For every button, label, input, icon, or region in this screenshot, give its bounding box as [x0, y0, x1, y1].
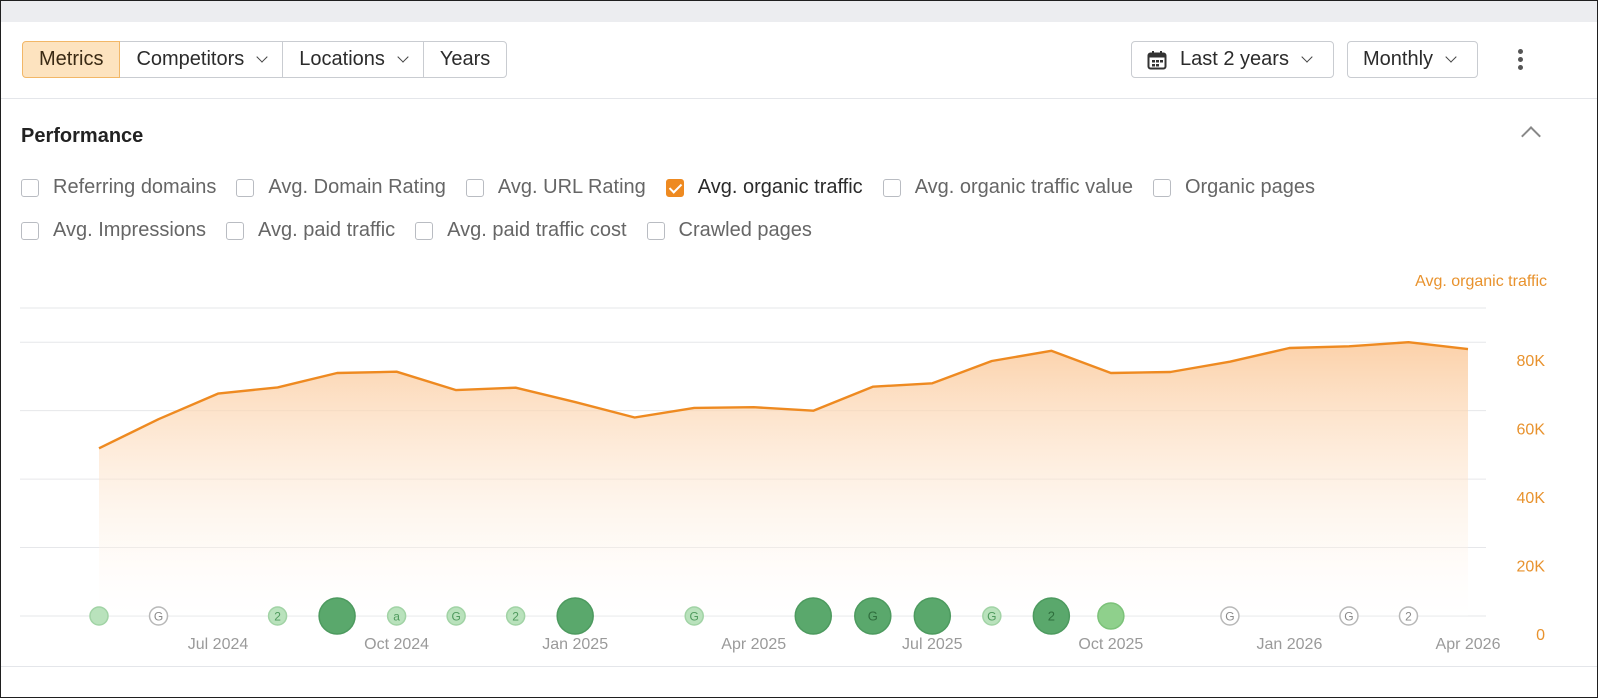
event-marker[interactable]: G: [446, 606, 466, 626]
traffic-area: [99, 342, 1468, 616]
chart-bottom-divider: [1, 666, 1597, 667]
x-tick-label: Jan 2026: [1257, 636, 1323, 653]
event-marker-label: G: [987, 610, 996, 624]
event-circle: [913, 597, 952, 635]
y-tick-label: 0: [1536, 627, 1545, 644]
event-marker-label: 2: [1048, 609, 1055, 624]
x-tick-label: Apr 2025: [721, 636, 786, 653]
event-marker[interactable]: [913, 597, 952, 635]
event-marker-label: G: [154, 610, 163, 624]
event-marker-label: G: [868, 609, 878, 624]
y-tick-label: 20K: [1517, 559, 1546, 576]
event-marker[interactable]: 2: [267, 606, 288, 626]
event-marker[interactable]: [794, 597, 833, 635]
x-tick-label: Oct 2025: [1078, 636, 1143, 653]
tab-metrics-label: Metrics: [39, 48, 104, 70]
event-marker-label: 2: [1405, 610, 1412, 624]
event-marker-label: 2: [274, 610, 281, 624]
x-tick-label: Jan 2025: [542, 636, 608, 653]
y-tick-label: 60K: [1517, 422, 1546, 439]
event-marker-label: G: [451, 610, 460, 624]
event-marker-label: G: [1225, 610, 1234, 624]
x-tick-label: Oct 2024: [364, 636, 429, 653]
event-marker[interactable]: G: [982, 606, 1002, 626]
event-marker-label: G: [1344, 610, 1353, 624]
event-circle: [1097, 602, 1125, 630]
event-marker-label: a: [393, 610, 400, 624]
x-tick-label: Jul 2025: [902, 636, 963, 653]
event-marker[interactable]: G: [854, 597, 892, 635]
event-marker[interactable]: G: [684, 606, 704, 626]
event-marker[interactable]: G: [1339, 606, 1359, 626]
event-marker[interactable]: 2: [505, 606, 526, 626]
y-tick-label: 80K: [1517, 353, 1546, 370]
event-marker[interactable]: [556, 597, 594, 635]
event-marker[interactable]: G: [1220, 606, 1240, 626]
event-marker[interactable]: 2: [1398, 606, 1419, 626]
traffic-chart: 0 20K 40K 60K 80K Jul 2024 Oct 2024 Jan 2025 Ap…: [20, 307, 1546, 653]
x-tick-label: Jul 2024: [188, 636, 249, 653]
event-marker[interactable]: 2: [1032, 597, 1071, 635]
tab-metrics[interactable]: Metrics: [22, 41, 121, 78]
event-circle: [318, 597, 356, 635]
event-marker-label: G: [690, 610, 699, 624]
event-circle: [89, 606, 109, 626]
event-marker[interactable]: a: [386, 606, 407, 626]
y-tick-label: 40K: [1517, 490, 1546, 507]
event-marker-label: 2: [512, 610, 519, 624]
event-circle: [556, 597, 594, 635]
x-tick-label: Apr 2026: [1436, 636, 1501, 653]
event-marker[interactable]: [318, 597, 356, 635]
event-marker[interactable]: [89, 606, 109, 626]
event-marker[interactable]: G: [148, 606, 169, 626]
event-circle: [794, 597, 833, 635]
event-marker[interactable]: [1097, 602, 1125, 630]
